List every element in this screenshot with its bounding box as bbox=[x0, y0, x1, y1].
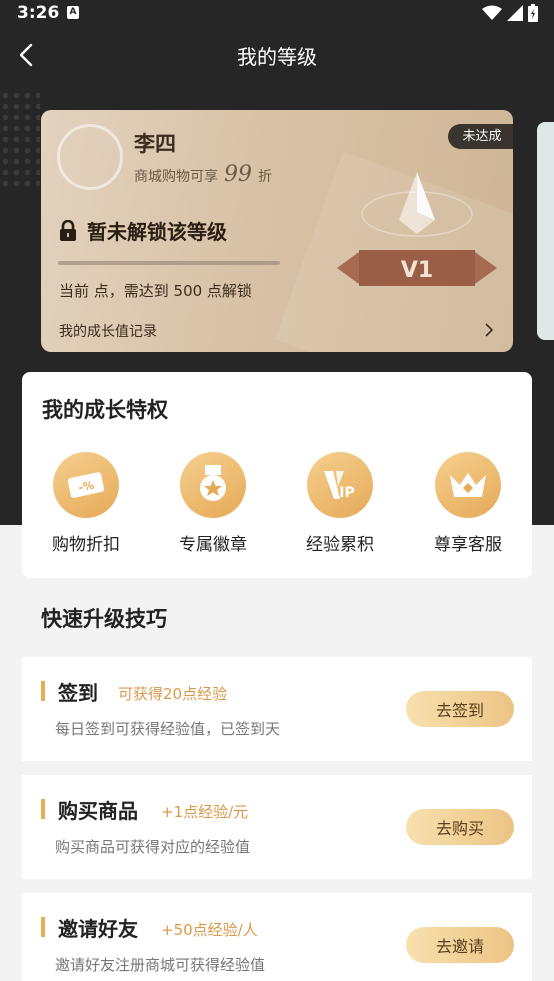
privilege-label: 专属徽章 bbox=[179, 535, 247, 555]
unlock-hint: 当前 点，需达到 500 点解锁 bbox=[59, 282, 252, 300]
badge-icon bbox=[200, 465, 226, 501]
tip-card-invite: 邀请好友 +50点经验/人 邀请好友注册商城可获得经验值 去邀请 bbox=[22, 893, 532, 981]
dot-pattern bbox=[0, 90, 40, 190]
growth-record-link[interactable]: 我的成长值记录 bbox=[59, 321, 157, 341]
invite-button[interactable]: 去邀请 bbox=[406, 927, 514, 963]
tip-title: 邀请好友 bbox=[58, 917, 138, 941]
status-icons bbox=[482, 4, 538, 22]
tip-desc: 购买商品可获得对应的经验值 bbox=[55, 838, 251, 856]
lock-text: 暂未解锁该等级 bbox=[87, 220, 227, 244]
discount-prefix: 商城购物可享 bbox=[134, 169, 218, 185]
tip-desc: 每日签到可获得经验值，已签到天 bbox=[55, 720, 281, 738]
discount-suffix: 折 bbox=[258, 169, 272, 185]
discount-info: 商城购物可享 99 折 bbox=[134, 162, 272, 187]
chevron-right-icon[interactable] bbox=[481, 320, 497, 340]
growth-progress-bar bbox=[58, 261, 280, 265]
next-level-card[interactable] bbox=[537, 122, 554, 340]
lock-icon bbox=[60, 219, 76, 241]
privileges-card: 我的成长特权 -% 购物折扣 专属徽章 IP 经验累积 尊享客服 bbox=[22, 372, 532, 578]
privilege-service[interactable]: 尊享客服 bbox=[418, 452, 518, 555]
level-card[interactable]: 李四 商城购物可享 99 折 暂未解锁该等级 当前 点，需达到 500 点解锁 … bbox=[41, 110, 513, 352]
level-label: V1 bbox=[401, 258, 433, 283]
tip-reward: +50点经验/人 bbox=[161, 921, 258, 939]
privileges-title: 我的成长特权 bbox=[42, 398, 168, 422]
nav-bar: 我的等级 bbox=[0, 28, 554, 80]
tip-title: 购买商品 bbox=[58, 799, 138, 823]
status-time: 3:26 bbox=[17, 3, 60, 23]
status-bar: 3:26 A bbox=[0, 0, 554, 28]
tip-card-purchase: 购买商品 +1点经验/元 购买商品可获得对应的经验值 去购买 bbox=[22, 775, 532, 879]
privilege-label: 购物折扣 bbox=[52, 535, 120, 555]
status-badge: 未达成 bbox=[448, 124, 513, 149]
tip-reward: 可获得20点经验 bbox=[118, 685, 228, 703]
battery-icon bbox=[528, 4, 538, 22]
wifi-icon bbox=[482, 5, 502, 20]
avatar bbox=[57, 124, 123, 190]
discount-value: 99 bbox=[224, 162, 252, 187]
privilege-label: 尊享客服 bbox=[434, 535, 502, 555]
crown-icon bbox=[450, 473, 486, 497]
privilege-vip[interactable]: IP 经验累积 bbox=[290, 452, 390, 555]
checkin-button[interactable]: 去签到 bbox=[406, 691, 514, 727]
page-title: 我的等级 bbox=[237, 45, 317, 69]
discount-icon: -% bbox=[67, 472, 105, 498]
tip-title: 签到 bbox=[58, 681, 98, 705]
tips-title: 快速升级技巧 bbox=[41, 607, 167, 631]
user-name: 李四 bbox=[134, 132, 176, 156]
purchase-button[interactable]: 去购买 bbox=[406, 809, 514, 845]
signal-icon bbox=[507, 5, 523, 21]
privilege-label: 经验累积 bbox=[306, 535, 374, 555]
tip-reward: +1点经验/元 bbox=[161, 803, 249, 821]
tip-desc: 邀请好友注册商城可获得经验值 bbox=[55, 956, 266, 974]
privilege-badge[interactable]: 专属徽章 bbox=[163, 452, 263, 555]
vip-icon: IP bbox=[324, 471, 355, 501]
privilege-discount[interactable]: -% 购物折扣 bbox=[36, 452, 136, 555]
lock-status: 暂未解锁该等级 bbox=[59, 216, 227, 245]
svg-text:IP: IP bbox=[339, 485, 354, 501]
notification-icon: A bbox=[67, 6, 79, 19]
level-emblem-icon: V1 bbox=[337, 172, 497, 286]
tip-card-checkin: 签到 可获得20点经验 每日签到可获得经验值，已签到天 去签到 bbox=[22, 657, 532, 761]
